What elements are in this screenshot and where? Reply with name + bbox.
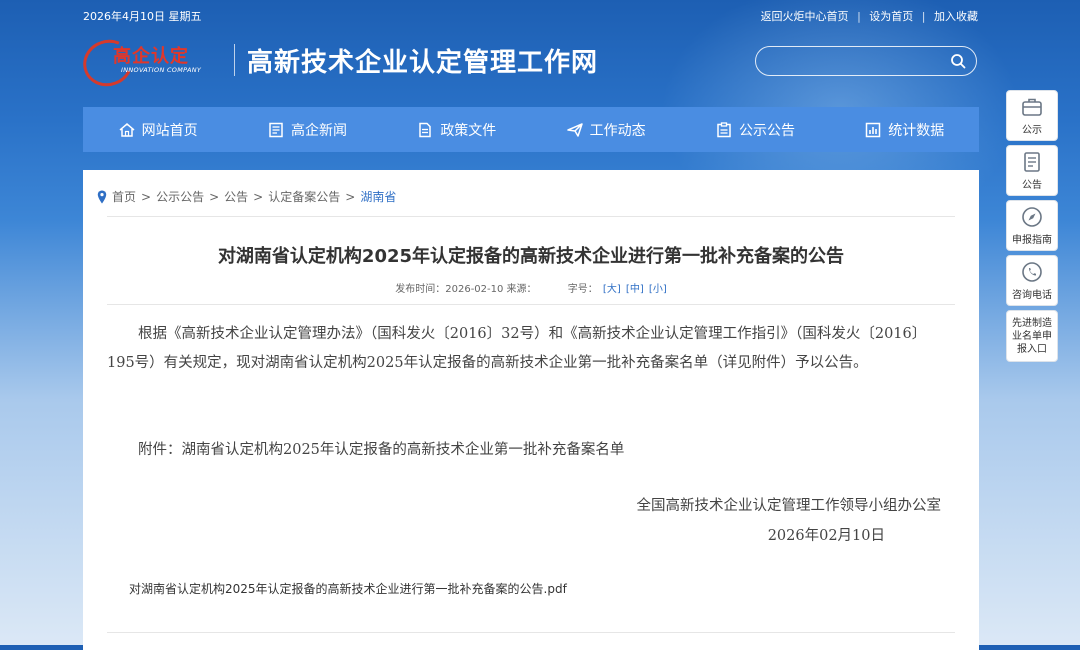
sidebar-item-label: 公示 bbox=[1022, 125, 1042, 136]
breadcrumb-filing-notices[interactable]: 认定备案公告 bbox=[268, 188, 340, 205]
sidebar-item-label: 咨询电话 bbox=[1012, 290, 1052, 301]
nav-item-label: 高企新闻 bbox=[290, 122, 347, 139]
logo-divider bbox=[234, 44, 235, 76]
paper-plane-icon bbox=[566, 121, 584, 139]
article-meta: 发布时间：2026-02-10 来源： 字号： [大] [中] [小] bbox=[83, 280, 979, 295]
font-size-large-button[interactable]: [大] bbox=[603, 284, 621, 295]
breadcrumb-separator: > bbox=[141, 189, 152, 204]
signature-date: 2026年02月10日 bbox=[767, 528, 885, 544]
nav-item-policy[interactable]: 政策文件 bbox=[382, 107, 531, 152]
signature-organization: 全国高新技术企业认定管理工作领导小组办公室 bbox=[636, 498, 942, 514]
compass-icon bbox=[1022, 207, 1042, 227]
sidebar-item-publicity[interactable]: 公示 bbox=[1006, 90, 1058, 141]
breadcrumb-home[interactable]: 首页 bbox=[112, 188, 136, 205]
sidebar-item-label: 申报指南 bbox=[1012, 235, 1052, 246]
sidebar-item-notice[interactable]: 公告 bbox=[1006, 145, 1058, 196]
link-torch-center-home[interactable]: 返回火炬中心首页 bbox=[761, 10, 849, 23]
font-size-label: 字号： bbox=[567, 284, 598, 295]
nav-item-home[interactable]: 网站首页 bbox=[83, 107, 232, 152]
search-box bbox=[755, 46, 977, 76]
breadcrumb-separator: > bbox=[345, 189, 356, 204]
article-panel: 首页 > 公示公告 > 公告 > 认定备案公告 > 湖南省 对湖南省认定机构20… bbox=[83, 170, 979, 650]
divider bbox=[107, 304, 955, 305]
publish-info: 发布时间：2026-02-10 来源： bbox=[395, 284, 537, 295]
link-set-homepage[interactable]: 设为首页 bbox=[869, 10, 913, 23]
breadcrumb-separator: > bbox=[209, 189, 220, 204]
nav-item-updates[interactable]: 工作动态 bbox=[531, 107, 680, 152]
breadcrumb-separator: > bbox=[253, 189, 264, 204]
nav-item-statistics[interactable]: 统计数据 bbox=[830, 107, 979, 152]
search-icon[interactable] bbox=[950, 53, 966, 69]
site-title: 高新技术企业认定管理工作网 bbox=[247, 48, 599, 78]
clipboard-icon bbox=[715, 121, 733, 139]
top-links: 返回火炬中心首页 | 设为首页 | 加入收藏 bbox=[761, 8, 978, 24]
sidebar-item-manufacturing-entry[interactable]: 先进制造业名单申报入口 bbox=[1006, 310, 1058, 362]
main-nav: 网站首页 高企新闻 政策文件 工作动态 公示公告 统计数据 bbox=[83, 107, 979, 152]
top-bar: 2026年4月10日 星期五 返回火炬中心首页 | 设为首页 | 加入收藏 bbox=[83, 8, 978, 24]
nav-item-label: 网站首页 bbox=[141, 122, 198, 139]
article-title: 对湖南省认定机构2025年认定报备的高新技术企业进行第一批补充备案的公告 bbox=[217, 246, 845, 267]
logo-brand-text: 高企认定 bbox=[113, 46, 189, 67]
current-date: 2026年4月10日 星期五 bbox=[83, 10, 202, 23]
font-size-small-button[interactable]: [小] bbox=[649, 284, 667, 295]
sidebar-item-label: 公告 bbox=[1022, 180, 1042, 191]
divider bbox=[107, 632, 955, 633]
sidebar-item-hotline[interactable]: 咨询电话 bbox=[1006, 255, 1058, 306]
article-attachment-note: 附件：湖南省认定机构2025年认定报备的高新技术企业第一批补充备案名单 bbox=[138, 442, 625, 458]
divider bbox=[107, 216, 955, 217]
location-pin-icon bbox=[97, 190, 107, 203]
phone-icon bbox=[1022, 262, 1042, 282]
nav-item-label: 公示公告 bbox=[738, 122, 795, 139]
logo-brand-english: INNOVATION COMPANY bbox=[121, 66, 202, 74]
breadcrumb-notices[interactable]: 公告 bbox=[224, 188, 248, 205]
nav-item-label: 统计数据 bbox=[888, 122, 945, 139]
link-separator: | bbox=[857, 10, 861, 23]
article-paragraph: 根据《高新技术企业认定管理办法》（国科发火〔2016〕32号）和《高新技术企业认… bbox=[107, 326, 927, 371]
sidebar-item-guide[interactable]: 申报指南 bbox=[1006, 200, 1058, 251]
link-add-favorite[interactable]: 加入收藏 bbox=[934, 10, 978, 23]
news-icon bbox=[267, 121, 285, 139]
briefcase-icon bbox=[1022, 98, 1042, 116]
link-separator: | bbox=[921, 10, 926, 23]
nav-item-announcements[interactable]: 公示公告 bbox=[680, 107, 829, 152]
font-size-medium-button[interactable]: [中] bbox=[626, 284, 644, 295]
site-logo[interactable]: 高企认定 INNOVATION COMPANY bbox=[76, 32, 223, 94]
nav-item-news[interactable]: 高企新闻 bbox=[232, 107, 381, 152]
nav-item-label: 政策文件 bbox=[440, 122, 497, 139]
search-input[interactable] bbox=[768, 52, 952, 72]
floating-sidebar: 公示 公告 申报指南 咨询电话 先进制造业名单申报入口 bbox=[1006, 90, 1058, 366]
breadcrumb: 首页 > 公示公告 > 公告 > 认定备案公告 > 湖南省 bbox=[97, 188, 396, 205]
sidebar-item-label: 先进制造业名单申报入口 bbox=[1012, 317, 1052, 355]
notice-icon bbox=[1024, 152, 1040, 172]
document-icon bbox=[416, 121, 434, 139]
home-icon bbox=[118, 121, 136, 139]
breadcrumb-announcements[interactable]: 公示公告 bbox=[156, 188, 204, 205]
breadcrumb-current[interactable]: 湖南省 bbox=[360, 188, 396, 205]
nav-item-label: 工作动态 bbox=[589, 122, 646, 139]
attachment-download-link[interactable]: 对湖南省认定机构2025年认定报备的高新技术企业进行第一批补充备案的公告.pdf bbox=[129, 580, 567, 597]
chart-icon bbox=[864, 121, 882, 139]
